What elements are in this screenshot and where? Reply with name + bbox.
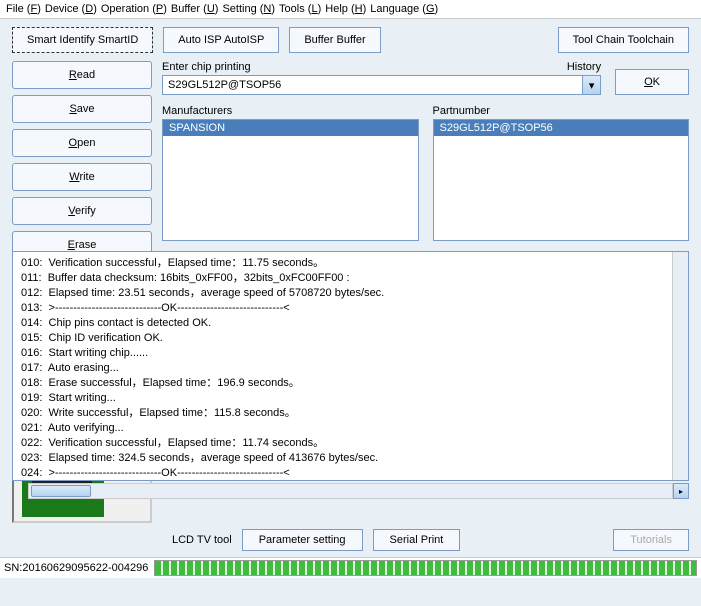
enter-chip-label: Enter chip printing (162, 61, 251, 73)
smart-identify-button[interactable]: Smart Identify SmartID (12, 27, 153, 53)
footer: LCD TV tool Parameter setting Serial Pri… (0, 523, 701, 557)
vertical-scrollbar[interactable] (672, 252, 688, 480)
log-line: 016: Start writing chip...... (21, 346, 680, 361)
log-line: 023: Elapsed time: 324.5 seconds，average… (21, 451, 680, 466)
menu-language[interactable]: Language (G) (370, 3, 438, 15)
progress-bar (154, 560, 697, 576)
log-line: 017: Auto erasing... (21, 361, 680, 376)
manufacturers-label: Manufacturers (162, 105, 419, 117)
buffer-button[interactable]: Buffer Buffer (289, 27, 380, 53)
chip-combo[interactable]: ▾ (162, 75, 601, 95)
log-output[interactable]: 010: Verification successful，Elapsed tim… (12, 251, 689, 481)
log-line: 013: >-----------------------------OK---… (21, 301, 680, 316)
log-line: 018: Erase successful，Elapsed time：196.9… (21, 376, 680, 391)
menu-device[interactable]: Device (D) (45, 3, 97, 15)
menu-tools[interactable]: Tools (L) (279, 3, 321, 15)
statusbar: SN:20160629095622-004296 (0, 557, 701, 578)
parameter-setting-button[interactable]: Parameter setting (242, 529, 363, 551)
toolchain-button[interactable]: Tool Chain Toolchain (558, 27, 689, 53)
ok-button[interactable]: OK (615, 69, 689, 95)
auto-isp-button[interactable]: Auto ISP AutoISP (163, 27, 279, 53)
log-line: 012: Elapsed time: 23.51 seconds，average… (21, 286, 680, 301)
list-item[interactable]: S29GL512P@TSOP56 (434, 120, 689, 136)
log-line: 024: >-----------------------------OK---… (21, 466, 680, 481)
verify-button[interactable]: Verify (12, 197, 152, 225)
lcd-tv-tool-label: LCD TV tool (172, 534, 232, 546)
horizontal-scrollbar[interactable]: ◂ ▸ (12, 483, 689, 499)
log-line: 011: Buffer data checksum: 16bits_0xFF00… (21, 271, 680, 286)
manufacturers-list[interactable]: SPANSION (162, 119, 419, 241)
log-line: 019: Start writing... (21, 391, 680, 406)
partnumber-label: Partnumber (433, 105, 690, 117)
partnumber-list[interactable]: S29GL512P@TSOP56 (433, 119, 690, 241)
menu-setting[interactable]: Setting (N) (222, 3, 275, 15)
write-button[interactable]: Write (12, 163, 152, 191)
menu-file[interactable]: File (F) (6, 3, 41, 15)
read-button[interactable]: Read (12, 61, 152, 89)
log-line: 020: Write successful，Elapsed time：115.8… (21, 406, 680, 421)
log-line: 021: Auto verifying... (21, 421, 680, 436)
menu-help[interactable]: Help (H) (325, 3, 366, 15)
list-item[interactable]: SPANSION (163, 120, 418, 136)
open-button[interactable]: Open (12, 129, 152, 157)
log-line: 022: Verification successful，Elapsed tim… (21, 436, 680, 451)
menu-operation[interactable]: Operation (P) (101, 3, 167, 15)
chevron-down-icon[interactable]: ▾ (583, 75, 601, 95)
menu-buffer[interactable]: Buffer (U) (171, 3, 219, 15)
chip-input[interactable] (162, 75, 583, 95)
scroll-right-icon[interactable]: ▸ (673, 483, 689, 499)
menubar: File (F) Device (D) Operation (P) Buffer… (0, 0, 701, 19)
log-line: 015: Chip ID verification OK. (21, 331, 680, 346)
toolbar: Smart Identify SmartID Auto ISP AutoISP … (0, 19, 701, 61)
serial-number: SN:20160629095622-004296 (4, 562, 148, 574)
history-label: History (567, 61, 601, 73)
log-line: 010: Verification successful，Elapsed tim… (21, 256, 680, 271)
tutorials-button: Tutorials (613, 529, 689, 551)
log-line: 014: Chip pins contact is detected OK. (21, 316, 680, 331)
save-button[interactable]: Save (12, 95, 152, 123)
serial-print-button[interactable]: Serial Print (373, 529, 461, 551)
